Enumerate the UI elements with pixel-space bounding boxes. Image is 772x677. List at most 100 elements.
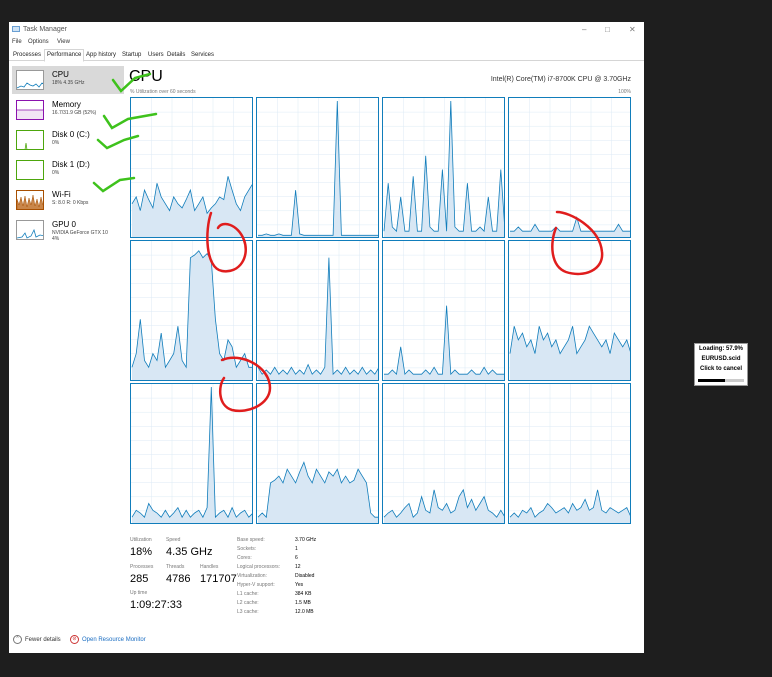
tab-strip: Processes Performance App history Startu… — [9, 49, 644, 62]
disk0-thumbnail — [16, 130, 44, 150]
spec-label: Cores: — [237, 555, 252, 561]
uptime-label: Up time — [130, 590, 148, 596]
spec-value: 12.0 MB — [295, 609, 314, 615]
handles-value: 171707 — [200, 573, 237, 585]
logical-processor-graph — [508, 383, 631, 524]
page-title: CPU — [129, 68, 163, 85]
resource-sidebar: CPU 18% 4.35 GHz Memory 16.7/31.9 GB (52… — [9, 62, 124, 622]
spec-value: Disabled — [295, 573, 315, 579]
loading-progress-text: Loading: 57.9% — [698, 346, 743, 352]
loading-progress-bar — [698, 379, 744, 382]
logical-processor-graph — [382, 240, 505, 381]
uptime-value: 1:09:27:33 — [130, 599, 182, 611]
task-manager-icon — [12, 26, 20, 32]
spec-label: Virtualization: — [237, 573, 267, 579]
spec-value: 1.5 MB — [295, 600, 311, 606]
logical-processor-graph — [256, 383, 379, 524]
loading-popup[interactable]: Loading: 57.9% EURUSD.scid Click to canc… — [694, 343, 748, 386]
sidebar-item-sub: 0% — [52, 170, 60, 176]
sidebar-item-cpu[interactable]: CPU 18% 4.35 GHz — [12, 66, 124, 94]
utilization-axis-max: 100% — [618, 89, 631, 95]
logical-processor-graph — [130, 383, 253, 524]
loading-cancel-hint: Click to cancel — [699, 366, 743, 372]
logical-processor-graph — [382, 383, 505, 524]
spec-value: 3.70 GHz — [295, 537, 317, 543]
sidebar-item-label: Disk 0 (C:) — [52, 130, 90, 139]
utilization-area — [510, 326, 630, 380]
memory-thumbnail — [16, 100, 44, 120]
spec-value: 12 — [295, 564, 301, 570]
fewer-details-button[interactable]: ⌃ Fewer details — [13, 635, 61, 644]
logical-processor-graph — [508, 97, 631, 238]
sidebar-item-disk1[interactable]: Disk 1 (D:) 0% — [12, 156, 124, 184]
spec-value: 1 — [295, 546, 298, 552]
sidebar-item-label: GPU 0 — [52, 220, 77, 229]
sidebar-item-sub: 0% — [52, 140, 60, 146]
loading-progress-fill — [698, 379, 725, 382]
spec-label: Base speed: — [237, 537, 265, 543]
sidebar-item-sub: 16.7/31.9 GB (52%) — [52, 110, 97, 116]
logical-processor-grid — [130, 97, 631, 525]
resource-monitor-label: Open Resource Monitor — [82, 637, 146, 644]
logical-processor-graph — [256, 240, 379, 381]
sidebar-item-memory[interactable]: Memory 16.7/31.9 GB (52%) — [12, 96, 124, 124]
threads-label: Threads — [166, 564, 185, 570]
sidebar-item-sub: 18% 4.35 GHz — [52, 80, 85, 86]
spec-label: Logical processors: — [237, 564, 281, 570]
window-title: Task Manager — [23, 26, 67, 33]
tab-processes[interactable]: Processes — [11, 50, 43, 60]
sidebar-item-label: CPU — [52, 70, 69, 79]
sidebar-item-gpu0[interactable]: GPU 0 NVIDIA GeForce GTX 10 4% — [12, 216, 124, 244]
minimize-button[interactable]: – — [582, 25, 586, 34]
sidebar-item-sub2: 4% — [52, 236, 60, 242]
wifi-thumbnail — [16, 190, 44, 210]
fewer-details-label: Fewer details — [25, 637, 61, 644]
menu-file[interactable]: File — [12, 39, 22, 45]
spec-value: 384 KB — [295, 591, 312, 597]
title-bar: Task Manager – □ ✕ — [9, 22, 644, 37]
processes-label: Processes — [130, 564, 154, 570]
footer: ⌃ Fewer details ⊘ Open Resource Monitor — [9, 632, 644, 648]
tab-details[interactable]: Details — [165, 50, 187, 60]
speed-label: Speed — [166, 537, 181, 543]
tab-services[interactable]: Services — [189, 50, 216, 60]
tab-startup[interactable]: Startup — [120, 50, 143, 60]
open-resource-monitor-link[interactable]: ⊘ Open Resource Monitor — [70, 635, 146, 644]
spec-label: Hyper-V support: — [237, 582, 275, 588]
resource-monitor-icon: ⊘ — [70, 635, 79, 644]
disk1-thumbnail — [16, 160, 44, 180]
close-button[interactable]: ✕ — [629, 25, 636, 34]
gpu-thumbnail — [16, 220, 44, 240]
maximize-button[interactable]: □ — [605, 25, 610, 34]
cpu-model: Intel(R) Core(TM) i7-8700K CPU @ 3.70GHz — [490, 76, 631, 83]
threads-value: 4786 — [166, 573, 191, 585]
spec-label: L2 cache: — [237, 600, 259, 606]
cpu-thumbnail — [16, 70, 44, 90]
processes-value: 285 — [130, 573, 149, 585]
sidebar-item-sub: NVIDIA GeForce GTX 10 — [52, 230, 108, 236]
logical-processor-graph — [130, 240, 253, 381]
speed-value: 4.35 GHz — [166, 546, 213, 558]
utilization-value: 18% — [130, 546, 153, 558]
sidebar-item-wifi[interactable]: Wi-Fi S: 8.0 R: 0 Kbps — [12, 186, 124, 214]
handles-label: Handles — [200, 564, 219, 570]
loading-file-name: EURUSD.scid — [701, 356, 741, 362]
logical-processor-graph — [130, 97, 253, 238]
sidebar-item-sub: S: 8.0 R: 0 Kbps — [52, 200, 89, 206]
task-manager-window: Task Manager – □ ✕ File Options View Pro… — [9, 22, 644, 653]
sidebar-item-label: Wi-Fi — [52, 190, 71, 199]
spec-label: Sockets: — [237, 546, 257, 552]
sidebar-item-label: Memory — [52, 100, 81, 109]
logical-processor-graph — [256, 97, 379, 238]
spec-label: L3 cache: — [237, 609, 259, 615]
menu-view[interactable]: View — [57, 39, 70, 45]
tab-app-history[interactable]: App history — [84, 50, 118, 60]
menu-options[interactable]: Options — [28, 39, 49, 45]
logical-processor-graph — [508, 240, 631, 381]
sidebar-item-label: Disk 1 (D:) — [52, 160, 90, 169]
tab-users[interactable]: Users — [146, 50, 166, 60]
sidebar-item-disk0[interactable]: Disk 0 (C:) 0% — [12, 126, 124, 154]
logical-processor-graph — [382, 97, 505, 238]
tab-performance[interactable]: Performance — [44, 49, 85, 62]
utilization-axis-label: % Utilization over 60 seconds — [130, 89, 196, 95]
